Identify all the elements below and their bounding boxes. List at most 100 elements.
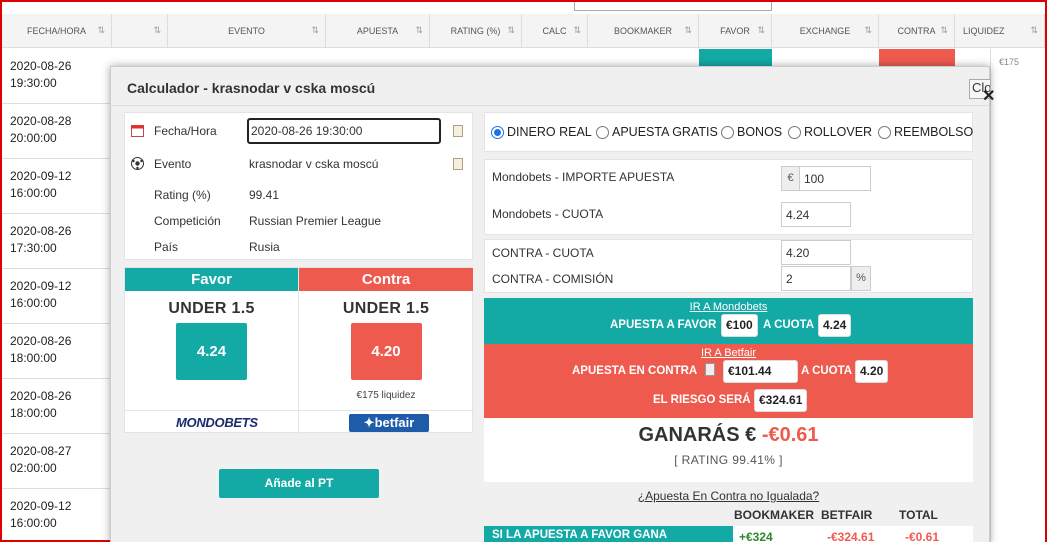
add-to-pt-button[interactable]: Añade al PT bbox=[219, 469, 379, 498]
pais-row: País Rusia bbox=[125, 236, 472, 258]
col-rating[interactable]: RATING (%) ⇅ bbox=[430, 14, 522, 48]
table-row[interactable]: 2020-09-12 16:00:00 bbox=[2, 159, 110, 214]
col-calc[interactable]: CALC ⇅ bbox=[522, 14, 588, 48]
radio-icon[interactable] bbox=[596, 125, 609, 139]
clipboard-icon[interactable] bbox=[705, 363, 715, 376]
radio-reembolso[interactable]: REEMBOLSO bbox=[878, 125, 973, 139]
contra-market: UNDER 1.5 bbox=[342, 300, 430, 317]
col-label: EVENTO bbox=[228, 26, 265, 36]
evento-label: Evento bbox=[154, 157, 192, 171]
result-value: -€0.61 bbox=[761, 424, 819, 446]
col-evento[interactable]: EVENTO ⇅ bbox=[168, 14, 326, 48]
comision-input[interactable]: 2 bbox=[781, 266, 851, 291]
summary-header-bookmaker: BOOKMAKER bbox=[734, 508, 814, 522]
fecha-input[interactable]: 2020-08-26 19:30:00 bbox=[247, 118, 441, 144]
unmatched-bet-link[interactable]: ¿Apuesta En Contra no Igualada? bbox=[484, 489, 973, 503]
rating-label: Rating (%) bbox=[154, 188, 211, 202]
contra-cuota-band-value: 4.20 bbox=[855, 360, 889, 383]
contra-cuota-label: CONTRA - CUOTA bbox=[492, 246, 594, 260]
logo-row: MONDOBETS ✦betfair bbox=[125, 410, 474, 434]
table-row[interactable]: 2020-08-26 18:00:00 bbox=[2, 379, 110, 434]
row-time: 19:30:00 bbox=[10, 76, 57, 90]
contra-cuota-input[interactable]: 4.20 bbox=[781, 240, 851, 265]
favor-cuota-value: 4.24 bbox=[818, 314, 852, 337]
radio-icon[interactable] bbox=[878, 125, 891, 139]
favor-odd[interactable]: 4.24 bbox=[176, 323, 247, 380]
summary-betfair-value: -€324.61 bbox=[827, 530, 875, 542]
row-time: 17:30:00 bbox=[10, 241, 57, 255]
table-row[interactable]: 2020-09-12 16:00:00 bbox=[2, 489, 110, 542]
radio-apuesta-gratis[interactable]: APUESTA GRATIS bbox=[596, 125, 718, 139]
table-row[interactable]: 2020-08-26 19:30:00 bbox=[2, 49, 110, 104]
contra-cuota-band-label: A CUOTA bbox=[801, 365, 853, 377]
row-time: 16:00:00 bbox=[10, 516, 57, 530]
go-mondobets-link[interactable]: IR A Mondobets bbox=[690, 301, 768, 313]
col-contra[interactable]: CONTRA ⇅ bbox=[879, 14, 955, 48]
col-blank[interactable]: ⇅ bbox=[112, 14, 168, 48]
contra-band: IR A Betfair APUESTA EN CONTRA €101.44 A… bbox=[484, 344, 973, 418]
table-row[interactable]: 2020-08-28 20:00:00 bbox=[2, 104, 110, 159]
percent-addon: % bbox=[851, 266, 871, 291]
table-row[interactable]: 2020-08-27 02:00:00 bbox=[2, 434, 110, 489]
radio-bonos[interactable]: BONOS bbox=[721, 125, 782, 139]
radio-icon[interactable] bbox=[788, 125, 801, 139]
fecha-row: Fecha/Hora 2020-08-26 19:30:00 bbox=[125, 118, 472, 144]
radio-label: APUESTA GRATIS bbox=[612, 125, 718, 139]
row-date: 2020-09-12 bbox=[10, 169, 72, 183]
col-label: FECHA/HORA bbox=[26, 26, 86, 36]
bm-cuota-label: Mondobets - CUOTA bbox=[492, 207, 604, 221]
row-date: 2020-08-28 bbox=[10, 114, 72, 128]
copy-icon[interactable] bbox=[453, 125, 463, 137]
radio-selected-icon[interactable] bbox=[491, 125, 504, 139]
result-label: GANARÁS € bbox=[638, 424, 757, 446]
sort-icon: ⇅ bbox=[507, 25, 515, 35]
top-filter-box bbox=[574, 2, 772, 11]
sort-icon: ⇅ bbox=[97, 25, 105, 35]
importe-input[interactable]: 100 bbox=[799, 166, 871, 191]
table-row[interactable]: 2020-08-26 17:30:00 bbox=[2, 214, 110, 269]
col-bookmaker[interactable]: BOOKMAKER ⇅ bbox=[588, 14, 699, 48]
result-main: GANARÁS € -€0.61 bbox=[484, 424, 973, 447]
col-liquidez[interactable]: LIQUIDEZ ⇅ bbox=[955, 14, 1045, 48]
modal-title: Calculador - krasnodar v cska moscú bbox=[127, 80, 376, 96]
col-fecha-hora[interactable]: FECHA/HORA ⇅ bbox=[2, 14, 112, 48]
row-time: 18:00:00 bbox=[10, 351, 57, 365]
result-rating: [ RATING 99.41% ] bbox=[674, 453, 783, 467]
evento-row: Evento krasnodar v cska moscú bbox=[125, 153, 472, 175]
sort-icon: ⇅ bbox=[311, 25, 319, 35]
table-row[interactable]: 2020-09-12 16:00:00 bbox=[2, 269, 110, 324]
row-time: 20:00:00 bbox=[10, 131, 57, 145]
col-label: LIQUIDEZ bbox=[963, 26, 1005, 36]
contra-liquidez: €175 liquidez bbox=[356, 390, 416, 401]
radio-rollover[interactable]: ROLLOVER bbox=[788, 125, 872, 139]
row-date: 2020-08-26 bbox=[10, 334, 72, 348]
radio-icon[interactable] bbox=[721, 125, 734, 139]
contra-odd[interactable]: 4.20 bbox=[350, 323, 422, 380]
sort-icon: ⇅ bbox=[573, 25, 581, 35]
favor-band: IR A Mondobets APUESTA A FAVOR €100 A CU… bbox=[484, 298, 973, 344]
modal-divider bbox=[111, 105, 989, 106]
col-exchange[interactable]: EXCHANGE ⇅ bbox=[772, 14, 879, 48]
copy-icon[interactable] bbox=[453, 158, 463, 170]
row-date: 2020-08-27 bbox=[10, 444, 72, 458]
sort-icon: ⇅ bbox=[684, 25, 692, 35]
importe-label: Mondobets - IMPORTE APUESTA bbox=[492, 170, 675, 184]
evento-value: krasnodar v cska moscú bbox=[249, 157, 379, 171]
bm-cuota-input[interactable]: 4.24 bbox=[781, 202, 851, 227]
calculator-modal: Calculador - krasnodar v cska moscú Clos… bbox=[110, 66, 995, 542]
betfair-logo[interactable]: ✦betfair bbox=[349, 414, 429, 432]
apuesta-favor-value: €100 bbox=[721, 314, 758, 337]
table-row[interactable]: 2020-08-26 18:00:00 bbox=[2, 324, 110, 379]
col-apuesta[interactable]: APUESTA ⇅ bbox=[326, 14, 430, 48]
radio-dinero-real[interactable]: DINERO REAL bbox=[491, 125, 592, 139]
pais-value: Rusia bbox=[249, 240, 280, 254]
currency-addon: € bbox=[781, 166, 800, 191]
mondobets-logo[interactable]: MONDOBETS bbox=[176, 415, 258, 430]
col-label: FAVOR bbox=[720, 26, 750, 36]
sort-icon: ⇅ bbox=[1030, 25, 1038, 35]
go-betfair-link[interactable]: IR A Betfair bbox=[701, 347, 756, 359]
calendar-icon bbox=[131, 124, 145, 138]
rating-value: 99.41 bbox=[249, 188, 280, 202]
col-favor[interactable]: FAVOR ⇅ bbox=[699, 14, 772, 48]
close-icon[interactable]: ✕ bbox=[982, 86, 995, 106]
